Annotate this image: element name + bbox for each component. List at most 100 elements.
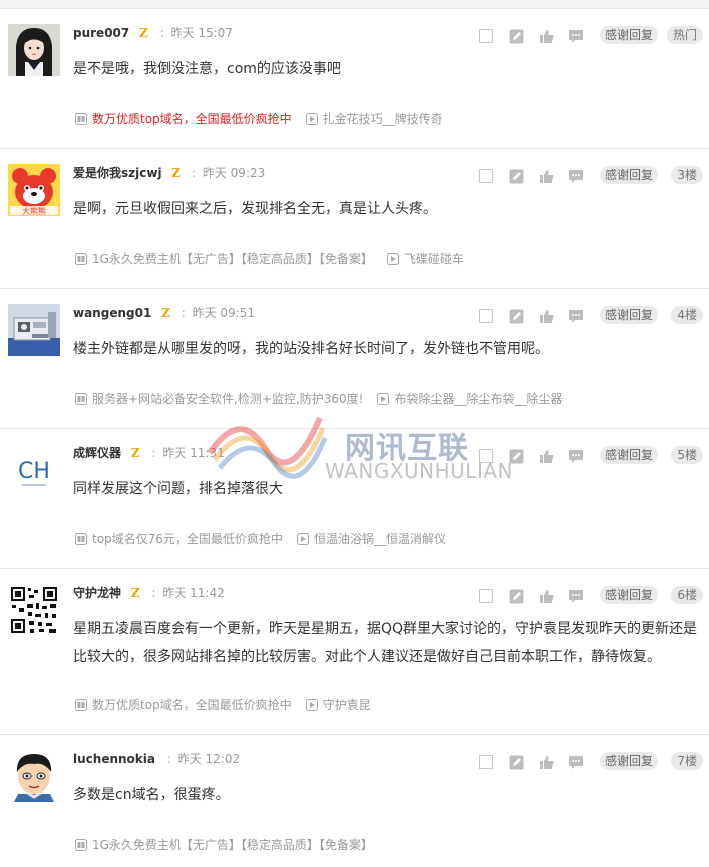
separator: : [159,26,164,40]
thumbs-up-icon[interactable] [538,588,554,604]
z-badge-icon: Z [161,306,170,320]
thanks-reply-button[interactable]: 感谢回复 [600,306,659,324]
comment-item: CH 成辉仪器 Z : 昨天 11:31 感谢回复 5楼 同样发展这个问题，排名… [0,429,709,569]
comment-icon[interactable] [568,308,584,324]
floor-badge: 4楼 [671,306,703,324]
separator: : [191,166,197,180]
avatar[interactable] [8,24,60,76]
edit-icon[interactable] [508,28,524,44]
ad-icon [75,839,87,851]
edit-icon[interactable] [508,308,524,324]
username[interactable]: wangeng01 [73,306,151,320]
floor-badge: 6楼 [671,586,703,604]
comment-item: luchennokia : 昨天 12:02 感谢回复 7楼 多数是cn域名，很… [0,735,709,867]
separator: : [151,586,156,600]
comment-item: pure007 Z : 昨天 15:07 感谢回复 热门 是不是哦，我倒没注意，… [0,9,709,149]
avatar[interactable] [8,584,60,636]
select-checkbox[interactable] [478,168,494,184]
play-icon [296,533,309,545]
separator: : [151,446,156,460]
top-border [0,0,709,9]
ad-link[interactable]: 守护袁昆 [323,697,371,713]
girl-photo-icon [8,24,60,76]
thanks-reply-button[interactable]: 感谢回复 [600,26,659,44]
ad-link[interactable]: 扎金花技巧__牌技传奇 [323,111,443,127]
comment-icon[interactable] [568,448,584,464]
ad-link[interactable]: 恒温油浴锅__恒温消解仪 [314,531,446,547]
thanks-reply-button[interactable]: 感谢回复 [600,752,659,770]
play-icon [386,253,399,265]
post-time: 昨天 15:07 [170,26,233,40]
comment-icon[interactable] [568,588,584,604]
cartoon-boy-icon [8,750,60,802]
select-checkbox[interactable] [478,588,494,604]
z-badge-icon: Z [139,26,148,40]
ad-icon [75,699,87,711]
thanks-reply-button[interactable]: 感谢回复 [600,446,659,464]
ad-link[interactable]: 数万优质top域名，全国最低价疯抢中 [92,697,292,713]
thumbs-up-icon[interactable] [538,448,554,464]
thumbs-up-icon[interactable] [538,308,554,324]
ad-link[interactable]: top域名仅76元，全国最低价疯抢中 [92,531,283,547]
post-time: 昨天 09:51 [192,306,255,320]
edit-icon[interactable] [508,588,524,604]
comment-item: 守护龙神 Z : 昨天 11:42 感谢回复 6楼 星期五凌晨百度会有一个更新，… [0,569,709,735]
separator: : [166,752,171,766]
z-badge-icon: Z [171,166,181,180]
comment-icon[interactable] [568,28,584,44]
ad-icon [75,393,87,405]
avatar[interactable]: 大熊熊 [8,164,60,216]
comment-text: 是啊，元旦收假回来之后，发现排名全无，真是让人头疼。 [73,201,437,217]
comment-text: 是不是哦，我倒没注意，com的应该没事吧 [73,61,341,77]
comment-text: 星期五凌晨百度会有一个更新，昨天是星期五，据QQ群里大家讨论的，守护袁昆发现昨天… [73,621,698,665]
select-checkbox[interactable] [478,28,494,44]
play-icon [377,393,390,405]
ad-link[interactable]: 1G永久免费主机【无广告】【稳定高品质】【免备案】 [92,837,373,853]
comment-icon[interactable] [568,754,584,770]
comment-icon[interactable] [568,168,584,184]
comment-text: 楼主外链都是从哪里发的呀，我的站没排名好长时间了，发外链也不管用呢。 [73,341,549,357]
svg-text:CH: CH [18,459,50,484]
floor-badge: 3楼 [671,166,703,184]
select-checkbox[interactable] [478,308,494,324]
post-time: 昨天 09:23 [202,166,266,180]
username[interactable]: 爱是你我szjcwj [73,166,162,180]
thanks-reply-button[interactable]: 感谢回复 [600,586,659,604]
avatar[interactable]: CH [8,444,60,496]
thumbs-up-icon[interactable] [538,28,554,44]
thumbs-up-icon[interactable] [538,168,554,184]
svg-text:大熊熊: 大熊熊 [22,206,46,216]
ad-link[interactable]: 服务器+网站必备安全软件,检测+监控,防护360度! [92,391,363,407]
z-badge-icon: Z [130,586,140,600]
username[interactable]: pure007 [73,26,129,40]
username[interactable]: 成辉仪器 [73,446,121,460]
ad-link[interactable]: 1G永久免费主机【无广告】【稳定高品质】【免备案】 [92,251,373,267]
comment-item: 大熊熊 爱是你我szjcwj Z : 昨天 09:23 感谢回复 3楼 是啊，元… [0,149,709,289]
thumbs-up-icon[interactable] [538,754,554,770]
post-time: 昨天 12:02 [177,752,241,766]
z-badge-icon: Z [130,446,140,460]
ad-link[interactable]: 数万优质top域名，全国最低价疯抢中 [92,111,292,127]
select-checkbox[interactable] [478,448,494,464]
thanks-reply-button[interactable]: 感谢回复 [600,166,659,184]
username[interactable]: luchennokia [73,752,155,766]
ad-icon [75,533,87,545]
floor-badge: 7楼 [671,752,703,770]
edit-icon[interactable] [508,448,524,464]
comment-item: wangeng01 Z : 昨天 09:51 感谢回复 4楼 楼主外链都是从哪里… [0,289,709,429]
comment-text: 多数是cn域名，很蛋疼。 [73,787,230,803]
separator: : [181,306,186,320]
avatar[interactable] [8,750,60,802]
select-checkbox[interactable] [478,754,494,770]
post-time: 昨天 11:42 [162,586,225,600]
play-icon [305,699,318,711]
avatar[interactable] [8,304,60,356]
edit-icon[interactable] [508,168,524,184]
edit-icon[interactable] [508,754,524,770]
ad-link[interactable]: 布袋除尘器__除尘布袋__除尘器 [394,391,562,407]
ad-icon [75,253,87,265]
username[interactable]: 守护龙神 [73,586,121,600]
ad-link[interactable]: 飞碟碰碰车 [404,251,464,267]
ad-icon [75,113,87,125]
floor-badge: 热门 [666,26,703,44]
